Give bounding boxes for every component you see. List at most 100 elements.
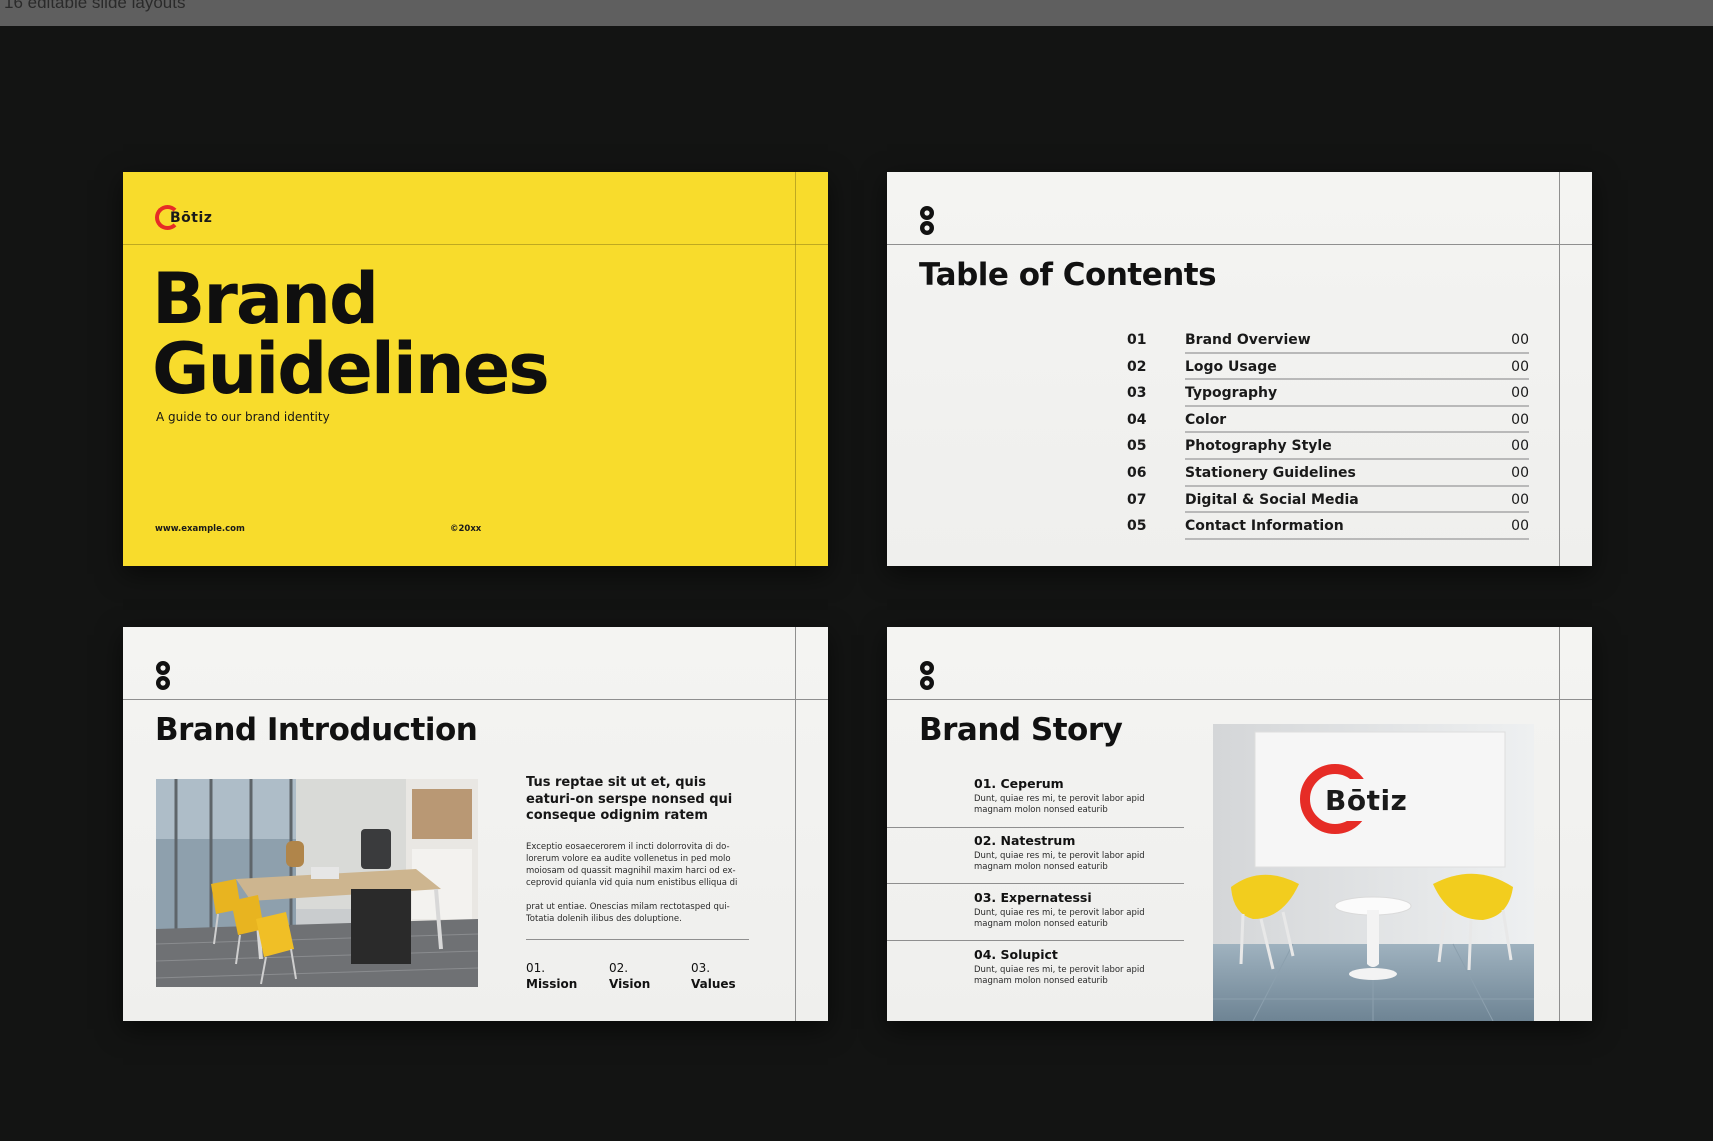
divider	[887, 244, 1592, 245]
slide-brand-story[interactable]: Brand Story 01. Ceperum Dunt, quiae res …	[887, 627, 1592, 1021]
cover-subtitle: A guide to our brand identity	[156, 410, 330, 424]
divider	[887, 827, 1184, 828]
story-item: 02. Natestrum Dunt, quiae res mi, te per…	[974, 833, 1184, 873]
website-link[interactable]: www.example.com	[155, 524, 245, 534]
divider	[795, 172, 796, 566]
divider	[887, 940, 1184, 941]
toc-page: 00	[1511, 518, 1529, 535]
story-item: 04. Solupict Dunt, quiae res mi, te pero…	[974, 947, 1184, 987]
divider	[887, 883, 1184, 884]
toc-label: Digital & Social Media	[1185, 491, 1359, 508]
intro-body: Exceptio eosaecerorem il incti dolorrovi…	[526, 842, 738, 888]
toc-number: 02	[1127, 358, 1147, 375]
toc-page: 00	[1511, 411, 1529, 428]
intro-body-2: prat ut entiae. Onescias milam rectotasp…	[526, 902, 730, 924]
toc-rule	[1185, 511, 1529, 514]
story-item-desc: Dunt, quiae res mi, te perovit labor api…	[974, 965, 1145, 986]
story-item-title: 03. Expernatessi	[974, 890, 1092, 905]
toc-label: Logo Usage	[1185, 358, 1277, 375]
toc-label: Typography	[1185, 385, 1278, 402]
toc-list: 01 Brand Overview 00 02 Logo Usage 00 03 Typogr…	[1127, 329, 1529, 542]
pillar-vision: 02. Vision	[609, 960, 650, 992]
toc-number: 01	[1127, 332, 1147, 348]
divider	[1559, 627, 1560, 1021]
toc-row[interactable]: 02 Logo Usage 00	[1127, 356, 1529, 383]
divider	[1559, 172, 1560, 566]
copyright: ©20xx	[450, 524, 482, 534]
toc-label: Photography Style	[1185, 438, 1332, 455]
toc-row[interactable]: 05 Photography Style 00	[1127, 435, 1529, 462]
page-title: Brand Introduction	[155, 712, 478, 748]
toc-rule	[1185, 378, 1529, 381]
story-item-title: 01. Ceperum	[974, 776, 1064, 791]
brand-mark-icon	[920, 206, 934, 235]
logo-text: Bōtiz	[1325, 784, 1408, 817]
brand-logo: Bōtiz	[155, 205, 212, 230]
office-photo	[156, 779, 478, 987]
story-item-desc: Dunt, quiae res mi, te perovit labor api…	[974, 908, 1145, 929]
toc-number: 07	[1127, 491, 1147, 508]
toc-page: 00	[1511, 464, 1529, 481]
toc-rule	[1185, 404, 1529, 407]
divider	[887, 699, 1592, 700]
story-item-title: 04. Solupict	[974, 947, 1058, 962]
divider	[123, 244, 828, 245]
toc-page: 00	[1511, 358, 1529, 375]
page-title: Table of Contents	[919, 257, 1217, 293]
cover-title-line2: Guidelines	[152, 328, 550, 410]
story-item: 03. Expernatessi Dunt, quiae res mi, te …	[974, 890, 1184, 930]
toc-row[interactable]: 01 Brand Overview 00	[1127, 329, 1529, 356]
toc-row[interactable]: 07 Digital & Social Media 00	[1127, 489, 1529, 516]
toc-rule	[1185, 484, 1529, 487]
story-item-desc: Dunt, quiae res mi, te perovit labor api…	[974, 851, 1145, 872]
toc-label: Stationery Guidelines	[1185, 464, 1356, 481]
toc-row[interactable]: 04 Color 00	[1127, 409, 1529, 436]
pillar-number: 01.	[526, 961, 546, 975]
toc-row[interactable]: 05 Contact Information 00	[1127, 515, 1529, 542]
toc-number: 05	[1127, 518, 1147, 535]
intro-heading: Tus reptae sit ut et, quis eaturi-on ser…	[526, 775, 733, 823]
toc-rule	[1185, 431, 1529, 434]
divider	[526, 939, 749, 940]
divider	[123, 699, 828, 700]
caption-text: 16 editable slide layouts	[4, 0, 186, 12]
toc-page: 00	[1511, 438, 1529, 455]
lobby-photo: Bōtiz	[1213, 724, 1534, 1021]
story-item-title: 02. Natestrum	[974, 833, 1076, 848]
toc-page: 00	[1511, 385, 1529, 402]
divider	[795, 627, 796, 1021]
brand-logo: Bōtiz	[1325, 784, 1407, 817]
pillar-number: 02.	[609, 961, 629, 975]
toc-number: 06	[1127, 464, 1147, 481]
pillar-number: 03.	[691, 961, 711, 975]
toc-label: Brand Overview	[1185, 332, 1311, 348]
story-item: 01. Ceperum Dunt, quiae res mi, te perov…	[974, 776, 1184, 816]
cover-title: Brand Guidelines	[152, 264, 550, 404]
slide-table-of-contents[interactable]: Table of Contents 01 Brand Overview 00 02 Lo…	[887, 172, 1592, 566]
slide-cover[interactable]: Bōtiz Brand Guidelines A guide to our br…	[123, 172, 828, 566]
toc-label: Contact Information	[1185, 518, 1344, 535]
toc-number: 04	[1127, 411, 1147, 428]
toc-row[interactable]: 03 Typography 00	[1127, 382, 1529, 409]
top-caption-bar: 16 editable slide layouts	[0, 0, 1713, 26]
toc-page: 00	[1511, 332, 1529, 348]
toc-row[interactable]: 06 Stationery Guidelines 00	[1127, 462, 1529, 489]
toc-rule	[1185, 351, 1529, 354]
crescent-ring-logo-icon	[155, 205, 180, 230]
pillar-values: 03. Values	[691, 960, 736, 992]
slide-brand-introduction[interactable]: Brand Introduction Tus reptae sit ut et,…	[123, 627, 828, 1021]
pillar-mission: 01. Mission	[526, 960, 577, 992]
toc-page: 00	[1511, 491, 1529, 508]
brand-mark-icon	[920, 661, 934, 690]
pillar-label: Values	[691, 977, 736, 991]
brand-mark-icon	[156, 661, 170, 690]
pillar-label: Vision	[609, 977, 651, 991]
toc-number: 05	[1127, 438, 1147, 455]
toc-label: Color	[1185, 411, 1227, 428]
toc-number: 03	[1127, 385, 1147, 402]
page-title: Brand Story	[919, 712, 1123, 748]
toc-rule	[1185, 457, 1529, 460]
toc-rule	[1185, 537, 1529, 540]
story-item-desc: Dunt, quiae res mi, te perovit labor api…	[974, 794, 1145, 815]
pillar-label: Mission	[526, 977, 578, 991]
